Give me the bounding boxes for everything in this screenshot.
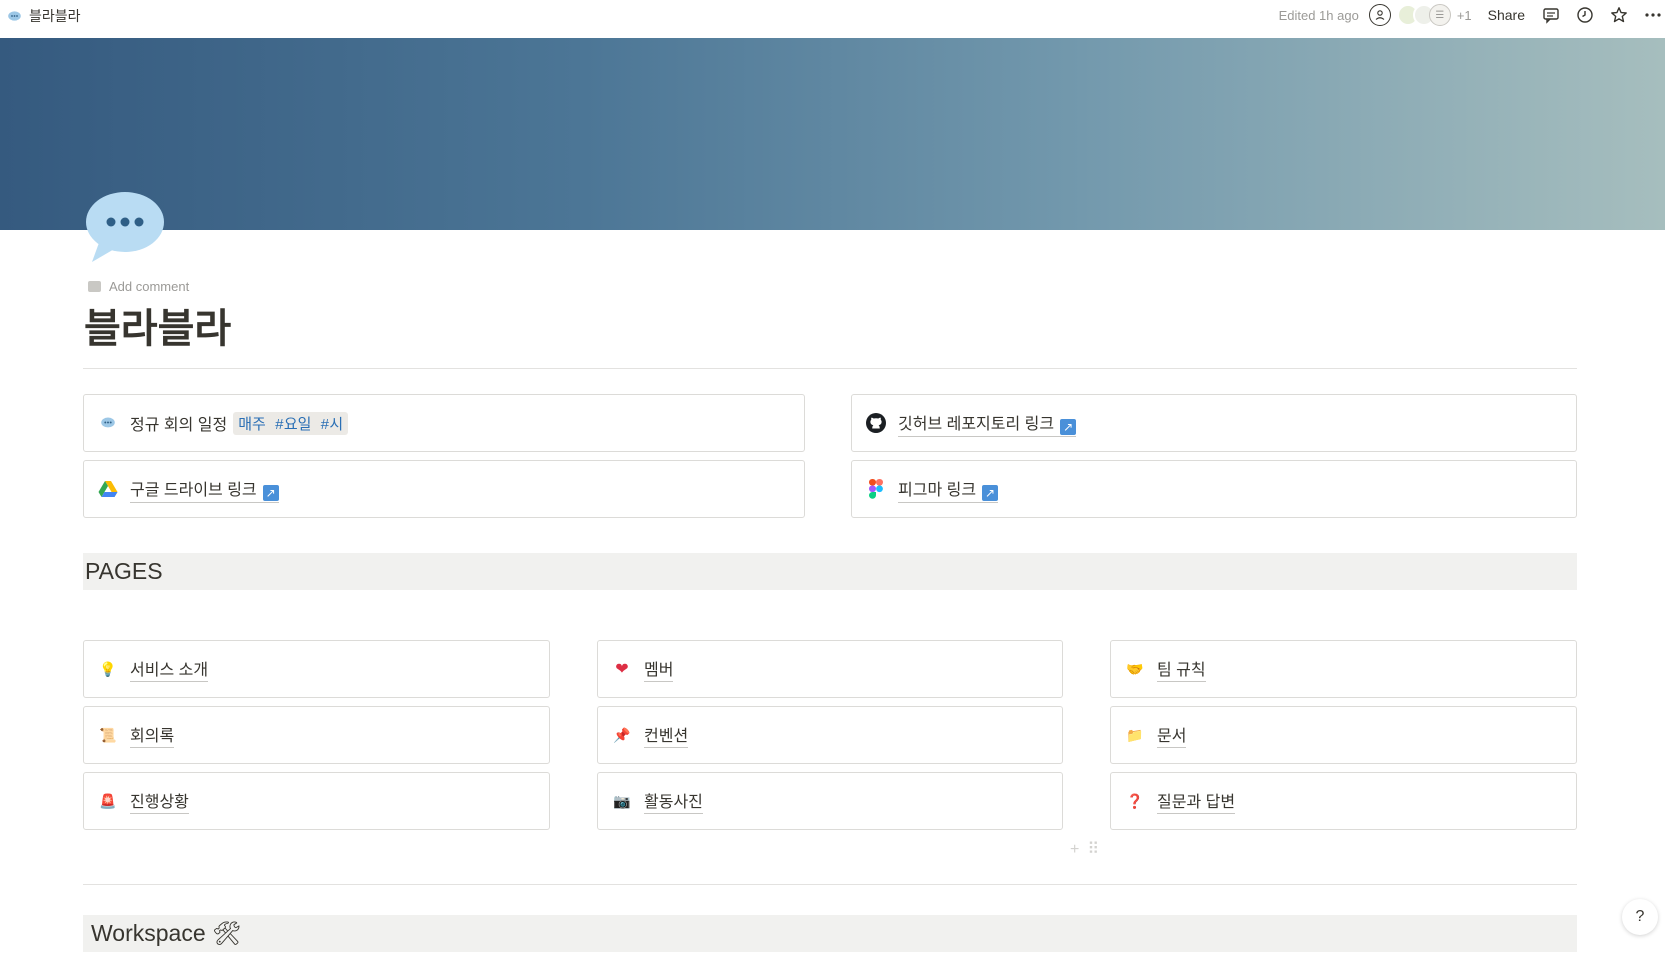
- page-link-team-rules[interactable]: 🤝 팀 규칙: [1110, 640, 1577, 698]
- question-mark-icon: ❓: [1126, 792, 1144, 809]
- edited-timestamp: Edited 1h ago: [1278, 7, 1359, 23]
- extra-collaborators-count[interactable]: +1: [1457, 8, 1472, 23]
- figma-icon: [866, 479, 886, 499]
- breadcrumb-title: 블라블라: [29, 8, 81, 24]
- arrow-up-right-icon: ↗: [262, 484, 279, 501]
- pushpin-icon: 📌: [613, 726, 631, 743]
- add-comment-button[interactable]: Add comment: [88, 279, 189, 294]
- google-drive-link[interactable]: 구글 드라이브 링크 ↗: [130, 476, 279, 503]
- updates-button[interactable]: [1575, 5, 1595, 25]
- page-link-convention[interactable]: 📌 컨벤션: [597, 706, 1063, 764]
- page-title[interactable]: 블라블라: [84, 303, 231, 355]
- figma-link-text: 피그마 링크: [898, 481, 977, 499]
- page-link-label: 문서: [1157, 722, 1187, 748]
- user-avatar[interactable]: [1368, 4, 1391, 26]
- pages-heading: PAGES: [85, 558, 163, 584]
- page-link-qna[interactable]: ❓ 질문과 답변: [1110, 772, 1577, 830]
- help-button[interactable]: ?: [1622, 899, 1658, 935]
- more-horizontal-icon: [1645, 13, 1661, 17]
- user-icon: [1375, 10, 1385, 20]
- meeting-schedule-code: 매주 #요일 #시: [233, 411, 349, 435]
- lightbulb-icon: 💡: [99, 660, 117, 677]
- handshake-icon: 🤝: [1126, 660, 1144, 677]
- page-link-label: 활동사진: [644, 788, 703, 814]
- github-link-text: 깃허브 레포지토리 링크: [898, 415, 1055, 433]
- figma-link-card[interactable]: 피그마 링크 ↗: [851, 460, 1577, 518]
- collaborator-avatars[interactable]: ☰: [1396, 4, 1451, 26]
- clock-icon: [1577, 7, 1593, 23]
- workspace-heading: Workspace 🛠: [91, 920, 242, 946]
- page-link-label: 팀 규칙: [1157, 656, 1206, 682]
- page-link-progress[interactable]: 🚨 진행상황: [83, 772, 550, 830]
- comment-icon: [88, 281, 101, 292]
- google-drive-icon: [98, 479, 118, 499]
- divider: [83, 368, 1577, 369]
- star-icon: [1611, 7, 1627, 23]
- speech-bubble-icon[interactable]: [84, 190, 166, 264]
- arrow-up-right-icon: ↗: [1060, 418, 1077, 435]
- google-drive-link-card[interactable]: 구글 드라이브 링크 ↗: [83, 460, 805, 518]
- page-link-label: 서비스 소개: [130, 656, 209, 682]
- speech-bubble-icon: [8, 10, 21, 21]
- avatar: ☰: [1428, 4, 1451, 26]
- page-link-minutes[interactable]: 📜 회의록: [83, 706, 550, 764]
- comment-icon: [1543, 8, 1559, 24]
- github-icon: [866, 413, 886, 433]
- page-link-label: 진행상황: [130, 788, 189, 814]
- drag-handle-icon[interactable]: ⠿: [1087, 841, 1107, 858]
- page-link-members[interactable]: ❤ 멤버: [597, 640, 1063, 698]
- page-link-service-intro[interactable]: 💡 서비스 소개: [83, 640, 550, 698]
- github-link[interactable]: 깃허브 레포지토리 링크 ↗: [898, 410, 1077, 437]
- page-cover[interactable]: [0, 38, 1665, 230]
- page-link-label: 회의록: [130, 722, 175, 748]
- comments-button[interactable]: [1541, 5, 1561, 25]
- page-link-label: 질문과 답변: [1157, 788, 1236, 814]
- workspace-section-header[interactable]: Workspace 🛠: [83, 915, 1577, 952]
- top-actions: Edited 1h ago ☰ +1 Share: [1279, 4, 1665, 26]
- pages-section-header[interactable]: PAGES: [83, 553, 1577, 590]
- scroll-icon: 📜: [99, 726, 117, 743]
- favorite-button[interactable]: [1609, 5, 1629, 25]
- meeting-schedule-card[interactable]: 정규 회의 일정 매주 #요일 #시: [83, 394, 805, 452]
- more-options-button[interactable]: [1643, 5, 1663, 25]
- add-comment-label: Add comment: [109, 279, 190, 294]
- share-button[interactable]: Share: [1488, 7, 1525, 23]
- page-link-label: 멤버: [644, 656, 674, 682]
- siren-icon: 🚨: [99, 792, 117, 809]
- divider: [83, 884, 1577, 885]
- folder-icon: 📁: [1126, 726, 1144, 743]
- page-link-label: 컨벤션: [644, 722, 689, 748]
- arrow-up-right-icon: ↗: [982, 484, 999, 501]
- github-link-card[interactable]: 깃허브 레포지토리 링크 ↗: [851, 394, 1577, 452]
- speech-bubble-icon: [98, 413, 118, 433]
- top-bar: 블라블라 Edited 1h ago ☰ +1 Share: [0, 0, 1665, 38]
- camera-icon: 📷: [613, 792, 631, 809]
- heart-icon: ❤: [615, 661, 629, 678]
- google-drive-link-text: 구글 드라이브 링크: [130, 481, 257, 499]
- meeting-schedule-label: 정규 회의 일정: [130, 417, 228, 434]
- breadcrumb[interactable]: 블라블라: [8, 6, 81, 26]
- add-block-icon[interactable]: +: [1070, 841, 1087, 858]
- block-handle[interactable]: +⠿: [1070, 839, 1107, 859]
- figma-link[interactable]: 피그마 링크 ↗: [898, 476, 999, 503]
- page-link-activity-photos[interactable]: 📷 활동사진: [597, 772, 1063, 830]
- page-link-documents[interactable]: 📁 문서: [1110, 706, 1577, 764]
